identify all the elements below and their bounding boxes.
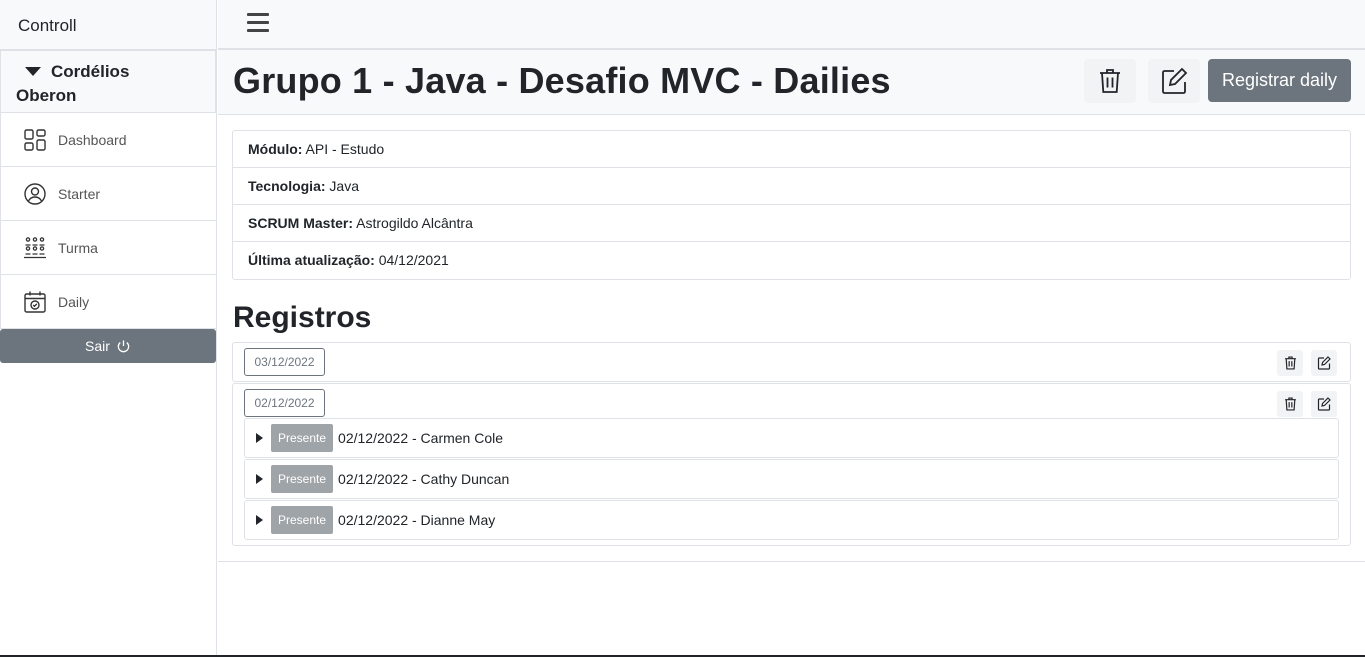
- info-value: Astrogildo Alcântra: [356, 215, 473, 231]
- app-brand[interactable]: Controll: [0, 0, 216, 50]
- edit-icon: [1162, 67, 1188, 94]
- sidebar-item-turma[interactable]: Turma: [0, 221, 216, 275]
- user-last-name: Oberon: [16, 86, 77, 105]
- daily-detail-text: 02/12/2022 - Carmen Cole: [338, 430, 504, 446]
- user-circle-icon: [24, 182, 46, 205]
- info-label: Módulo:: [248, 141, 303, 157]
- info-row-scrum-master: SCRUM Master: Astrogildo Alcântra: [233, 205, 1350, 242]
- power-icon: [117, 339, 130, 352]
- register-daily-button[interactable]: Registrar daily: [1208, 59, 1351, 102]
- edit-registro-button[interactable]: [1311, 391, 1337, 417]
- sidebar-item-starter[interactable]: Starter: [0, 167, 216, 221]
- trash-icon: [1100, 69, 1120, 93]
- info-value: Java: [329, 178, 359, 194]
- user-dropdown[interactable]: Cordélios Oberon: [0, 50, 216, 113]
- logout-button[interactable]: Sair: [0, 329, 216, 363]
- top-navbar: [218, 0, 1365, 49]
- info-value: 04/12/2021: [378, 252, 449, 268]
- edit-registro-button[interactable]: [1311, 350, 1337, 376]
- info-row-ultima-atualizacao: Última atualização: 04/12/2021: [233, 242, 1350, 279]
- sidebar: Controll Cordélios Oberon Dashboard Star…: [0, 0, 217, 657]
- info-label: Última atualização:: [248, 252, 375, 268]
- expand-triangle-icon[interactable]: [256, 433, 263, 443]
- sidebar-item-label: Dashboard: [58, 131, 127, 148]
- logout-label: Sair: [85, 338, 110, 354]
- edit-icon: [1317, 397, 1331, 411]
- hamburger-menu-icon[interactable]: [247, 13, 269, 37]
- group-info-list: Módulo: API - Estudo Tecnologia: Java SC…: [232, 130, 1351, 280]
- page-header: Grupo 1 - Java - Desafio MVC - Dailies R…: [218, 49, 1365, 115]
- status-badge: Presente: [271, 465, 334, 493]
- main-content: Módulo: API - Estudo Tecnologia: Java SC…: [218, 115, 1365, 562]
- registro-entry: 02/12/2022 Presente 02/12/2022 - Carmen …: [232, 383, 1351, 546]
- registro-date-input[interactable]: 02/12/2022: [244, 389, 325, 417]
- trash-icon: [1284, 356, 1296, 370]
- expand-triangle-icon[interactable]: [256, 474, 263, 484]
- info-row-modulo: Módulo: API - Estudo: [233, 131, 1350, 168]
- delete-registro-button[interactable]: [1277, 391, 1303, 417]
- daily-detail-text: 02/12/2022 - Cathy Duncan: [338, 471, 510, 487]
- sidebar-item-dashboard[interactable]: Dashboard: [0, 113, 216, 167]
- info-value: API - Estudo: [305, 141, 385, 157]
- daily-detail-item[interactable]: Presente 02/12/2022 - Cathy Duncan: [244, 459, 1339, 499]
- delete-group-button[interactable]: [1084, 59, 1136, 103]
- status-badge: Presente: [271, 506, 334, 534]
- registro-entry: 03/12/2022: [232, 342, 1351, 382]
- daily-detail-item[interactable]: Presente 02/12/2022 - Dianne May: [244, 500, 1339, 540]
- calendar-check-icon: [24, 291, 46, 313]
- info-label: Tecnologia:: [248, 178, 326, 194]
- caret-down-icon: [25, 67, 41, 77]
- delete-registro-button[interactable]: [1277, 350, 1303, 376]
- trash-icon: [1284, 397, 1296, 411]
- sidebar-item-label: Starter: [58, 185, 101, 202]
- info-label: SCRUM Master:: [248, 215, 354, 231]
- edit-icon: [1317, 356, 1331, 370]
- registro-date-input[interactable]: 03/12/2022: [244, 348, 325, 376]
- daily-detail-item[interactable]: Presente 02/12/2022 - Carmen Cole: [244, 418, 1339, 458]
- group-icon: [24, 236, 46, 258]
- sidebar-item-label: Turma: [58, 239, 98, 256]
- expand-triangle-icon[interactable]: [256, 515, 263, 525]
- status-badge: Presente: [271, 424, 334, 452]
- sidebar-item-label: Daily: [58, 293, 90, 310]
- info-row-tecnologia: Tecnologia: Java: [233, 168, 1350, 205]
- dashboard-icon: [24, 128, 46, 151]
- registros-heading: Registros: [233, 301, 372, 334]
- edit-group-button[interactable]: [1148, 59, 1200, 103]
- page-title: Grupo 1 - Java - Desafio MVC - Dailies: [233, 60, 891, 101]
- user-first-name: Cordélios: [51, 62, 130, 81]
- sidebar-item-daily[interactable]: Daily: [0, 275, 216, 329]
- daily-detail-text: 02/12/2022 - Dianne May: [338, 512, 496, 528]
